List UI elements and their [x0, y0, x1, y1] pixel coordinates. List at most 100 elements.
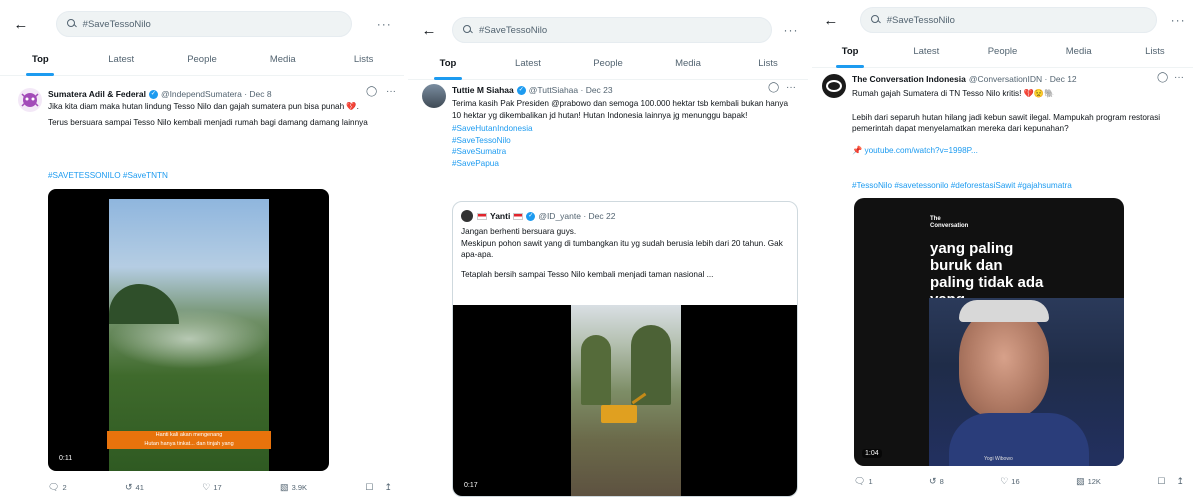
tweet-header: Tuttie M Siahaa ✓ @TuttSiahaa · Dec 23	[452, 85, 613, 95]
tab-top[interactable]: Top	[812, 40, 888, 68]
avatar[interactable]	[822, 74, 846, 98]
tweet-video[interactable]: The Conversation yang paling buruk dan p…	[854, 198, 1124, 466]
hashtag[interactable]: #SaveSumatra	[452, 146, 798, 158]
tab-people[interactable]: People	[568, 52, 648, 79]
views-button[interactable]: ▧ 12K	[1076, 476, 1101, 487]
tab-media[interactable]: Media	[648, 52, 728, 79]
reply-icon: 🗨	[854, 476, 866, 486]
tweet-text: Rumah gajah Sumatera di TN Tesso Nilo kr…	[852, 88, 1182, 156]
tab-latest[interactable]: Latest	[888, 40, 964, 67]
author-name[interactable]: Tuttie M Siahaa	[452, 85, 514, 95]
bookmark-share: ☐ ↥	[365, 482, 392, 493]
back-arrow-icon[interactable]: ←	[6, 16, 36, 33]
tweet-header: Sumatera Adil & Federal ✓ @IndependSumat…	[48, 89, 272, 99]
heart-icon: ♡	[202, 482, 211, 492]
tweet-text: Jika kita diam maka hutan lindung Tesso …	[48, 102, 368, 127]
video-frame: Hanti kali akan mengenang Hutan hanya ti…	[107, 199, 271, 471]
link[interactable]: 📌 youtube.com/watch?v=1998P...	[852, 145, 1182, 157]
author-handle[interactable]: @ConversationIDN · Dec 12	[969, 74, 1077, 84]
tweet-actions: 🗨 1 ↺ 8 ♡ 16 ▧ 12K ☐ ↥	[854, 476, 1184, 487]
tab-latest[interactable]: Latest	[488, 52, 568, 79]
search-tabs: Top Latest People Media Lists	[812, 40, 1193, 68]
more-icon[interactable]: ···	[786, 82, 796, 93]
grok-icon[interactable]: ◯	[768, 82, 779, 93]
hashtags[interactable]: #SAVETESSONILO #SaveTNTN	[48, 171, 168, 180]
back-arrow-icon[interactable]: ←	[816, 12, 846, 29]
grok-icon[interactable]: ◯	[1157, 72, 1168, 83]
search-results-panel-2: ← #SaveTessoNilo ··· Top Latest People M…	[408, 0, 808, 499]
top-bar: ← #SaveTessoNilo ···	[812, 0, 1193, 40]
like-button[interactable]: ♡ 17	[202, 482, 221, 493]
top-bar: ← #SaveTessoNilo ···	[0, 4, 404, 44]
search-input[interactable]: #SaveTessoNilo	[859, 7, 1158, 33]
video-frame	[571, 305, 681, 496]
search-icon	[870, 15, 881, 25]
verified-badge-icon: ✓	[516, 85, 526, 95]
back-arrow-icon[interactable]: ←	[414, 22, 444, 39]
search-icon	[66, 19, 77, 29]
reply-button[interactable]: 🗨 1	[854, 476, 873, 487]
video-credit: Yogi Wibowo	[984, 456, 1013, 462]
author-handle[interactable]: @ID_yante · Dec 22	[538, 211, 615, 221]
tab-lists[interactable]: Lists	[728, 52, 808, 79]
search-icon	[463, 25, 473, 35]
author-handle[interactable]: @TuttSiahaa · Dec 23	[529, 85, 613, 95]
avatar[interactable]	[422, 84, 446, 108]
author-handle[interactable]: @IndependSumatera · Dec 8	[161, 89, 272, 99]
reply-button[interactable]: 🗨 2	[48, 482, 67, 493]
search-tabs: Top Latest People Media Lists	[0, 48, 404, 76]
author-name[interactable]: The Conversation Indonesia	[852, 74, 966, 84]
search-tabs: Top Latest People Media Lists	[408, 52, 808, 80]
more-icon[interactable]: ···	[1163, 13, 1193, 27]
search-results-panel-3: ← #SaveTessoNilo ··· Top Latest People M…	[812, 0, 1193, 499]
avatar[interactable]	[461, 210, 473, 222]
quoted-tweet[interactable]: Yanti ✓ @ID_yante · Dec 22 Jangan berhen…	[452, 201, 798, 497]
retweet-icon: ↺	[124, 482, 133, 492]
video-timer: 0:11	[56, 454, 76, 463]
more-icon[interactable]: ···	[776, 23, 806, 37]
views-button[interactable]: ▧ 3.9K	[280, 482, 307, 493]
heart-icon: ♡	[1000, 476, 1009, 486]
search-input[interactable]: #SaveTessoNilo	[55, 11, 353, 37]
top-bar: ← #SaveTessoNilo ···	[408, 10, 808, 50]
bookmark-icon[interactable]: ☐	[1157, 476, 1165, 487]
retweet-button[interactable]: ↺ 41	[125, 482, 144, 493]
tweet-header: The Conversation Indonesia @Conversation…	[852, 74, 1077, 84]
flag-icon	[477, 212, 487, 220]
tab-people[interactable]: People	[162, 48, 243, 75]
views-icon: ▧	[280, 482, 289, 492]
author-name[interactable]: Yanti	[490, 211, 510, 221]
hashtags[interactable]: #TessoNilo #savetessonilo #deforestasiSa…	[852, 181, 1072, 190]
share-icon[interactable]: ↥	[1176, 476, 1184, 487]
tab-latest[interactable]: Latest	[81, 48, 162, 75]
quote-video[interactable]: 0:17	[453, 305, 797, 496]
verified-badge-icon: ✓	[148, 89, 158, 99]
tweet-text: Terima kasih Pak Presiden @prabowo dan s…	[452, 98, 798, 169]
tab-lists[interactable]: Lists	[323, 48, 404, 75]
reply-icon: 🗨	[48, 482, 60, 492]
more-icon[interactable]: ···	[386, 86, 396, 97]
search-results-panel-1: ← #SaveTessoNilo ··· Top Latest People M…	[0, 0, 404, 499]
hashtag[interactable]: #SaveHutanIndonesia	[452, 123, 798, 135]
retweet-button[interactable]: ↺ 8	[929, 476, 944, 487]
more-icon[interactable]: ···	[1174, 72, 1184, 83]
tweet-video[interactable]: Hanti kali akan mengenang Hutan hanya ti…	[48, 189, 329, 471]
bookmark-icon[interactable]: ☐	[365, 482, 373, 493]
like-button[interactable]: ♡ 16	[1000, 476, 1019, 487]
tab-lists[interactable]: Lists	[1117, 40, 1193, 67]
hashtag[interactable]: #SavePapua	[452, 158, 798, 170]
avatar[interactable]	[18, 88, 42, 112]
author-name[interactable]: Sumatera Adil & Federal	[48, 89, 146, 99]
search-input[interactable]: #SaveTessoNilo	[452, 17, 772, 43]
tab-media[interactable]: Media	[1041, 40, 1117, 67]
tab-media[interactable]: Media	[242, 48, 323, 75]
more-icon[interactable]: ···	[364, 17, 404, 31]
tab-top[interactable]: Top	[408, 52, 488, 80]
share-icon[interactable]: ↥	[384, 482, 392, 493]
hashtag[interactable]: #SaveTessoNilo	[452, 135, 798, 147]
tab-people[interactable]: People	[964, 40, 1040, 67]
tab-top[interactable]: Top	[0, 48, 81, 76]
video-timer: 1:04	[862, 449, 882, 458]
grok-icon[interactable]: ◯	[366, 86, 377, 97]
video-frame	[929, 298, 1124, 466]
